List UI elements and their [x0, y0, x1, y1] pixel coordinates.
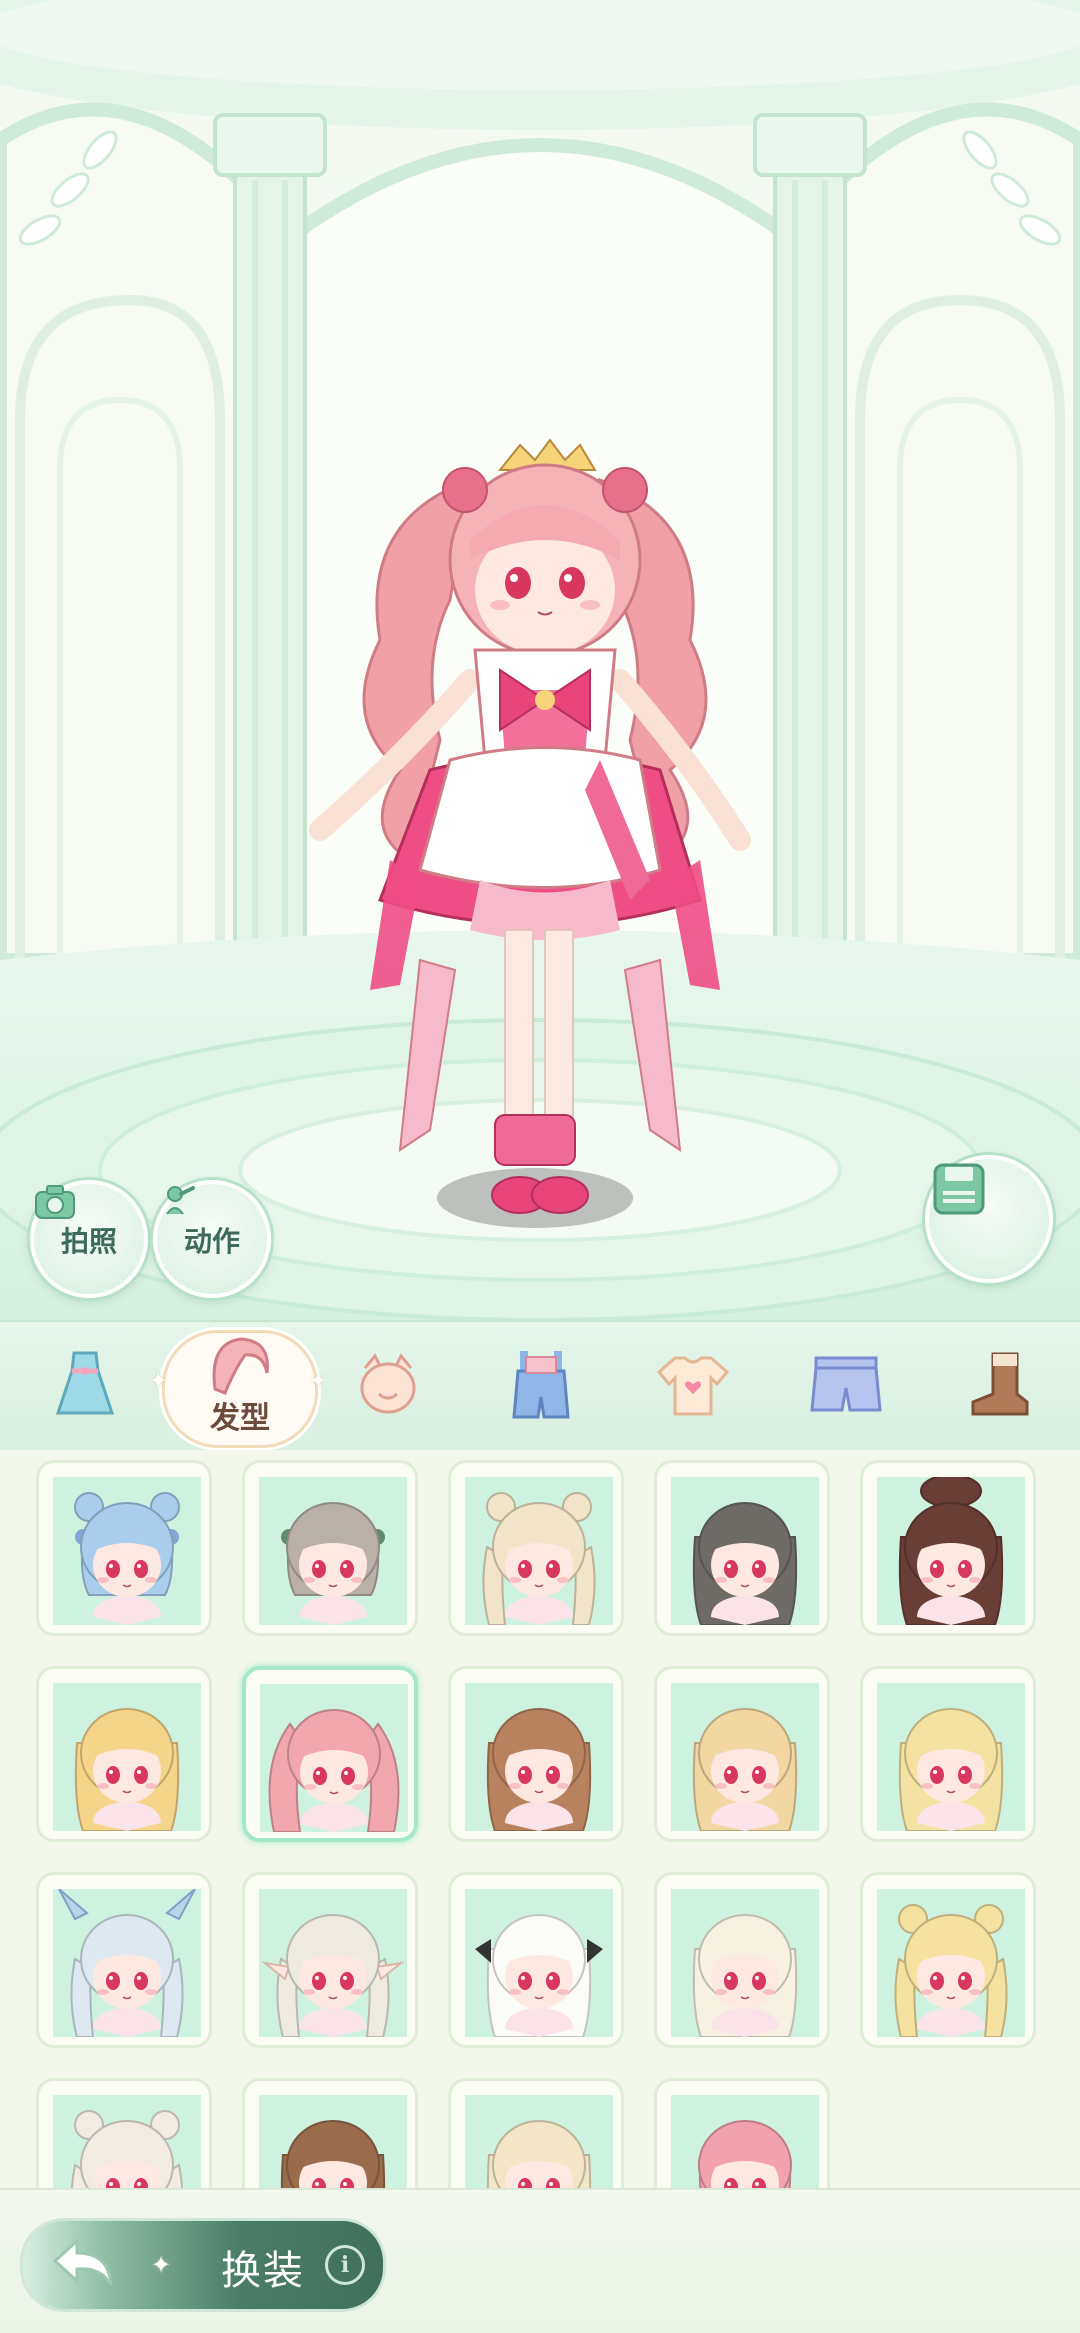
photo-label: 拍照: [60, 1225, 117, 1258]
hairstyle-preview: [53, 1477, 201, 1625]
outfit-label: 换装: [221, 2248, 305, 2294]
hairstyle-preview: [877, 1683, 1025, 1831]
dress-icon: [55, 1351, 115, 1415]
photo-button[interactable]: 拍照: [30, 1180, 148, 1298]
hairstyle-avatar: [280, 2120, 386, 2188]
sparkle-icon: ✦: [151, 2251, 172, 2279]
hairstyle-avatar: [894, 1904, 1008, 2037]
tab-shorts[interactable]: [803, 1342, 889, 1428]
hairstyle-preview: [671, 1683, 819, 1831]
hairstyle-card[interactable]: [654, 1460, 830, 1636]
hairstyle-preview: [671, 2095, 819, 2188]
tab-hairstyle[interactable]: 发型 ✦ ✦: [149, 1330, 327, 1448]
hairstyle-avatar: [692, 1708, 798, 1831]
hairstyle-avatar: [261, 1914, 405, 2037]
category-tab-bar: 发型 ✦ ✦: [0, 1320, 1080, 1452]
shorts-icon: [810, 1356, 882, 1412]
hairstyle-avatar: [692, 1914, 798, 2037]
hairstyle-preview: [465, 1889, 613, 2037]
hairstyle-avatar: [486, 2120, 592, 2188]
hairstyle-grid: [0, 1450, 1080, 2188]
bottom-bar: ✦ 换装 i: [0, 2188, 1080, 2333]
camera-icon: [35, 1185, 75, 1219]
hairstyle-preview: [53, 1683, 201, 1831]
hairstyle-card[interactable]: [860, 1872, 1036, 2048]
hairstyle-card[interactable]: [242, 1666, 418, 1842]
hairstyle-card[interactable]: [860, 1666, 1036, 1842]
hairstyle-card[interactable]: [860, 1460, 1036, 1636]
hairstyle-avatar: [898, 1477, 1004, 1625]
hairstyle-card[interactable]: [654, 2078, 830, 2188]
hairstyle-avatar: [486, 1708, 592, 1831]
save-button[interactable]: [925, 1155, 1053, 1283]
back-arrow-icon[interactable]: [51, 2235, 117, 2291]
pose-label: 动作: [183, 1225, 240, 1258]
dressing-stage: 拍照 动作: [0, 0, 1080, 1320]
hairstyle-preview: [671, 1477, 819, 1625]
pose-button[interactable]: 动作: [153, 1180, 271, 1298]
hairstyle-card[interactable]: [654, 1872, 830, 2048]
sparkle-icon: ✦: [149, 1369, 168, 1394]
hairstyle-card[interactable]: [36, 2078, 212, 2188]
tab-shoes[interactable]: [955, 1342, 1041, 1428]
hair-icon: [212, 1337, 269, 1395]
hairstyle-card[interactable]: [242, 1872, 418, 2048]
tab-hairstyle-label: 发型: [210, 1401, 270, 1436]
tab-face[interactable]: [345, 1342, 431, 1428]
hairstyle-avatar: [268, 1709, 400, 1832]
hairstyle-avatar: [74, 1492, 180, 1625]
hairstyle-preview: [260, 1684, 408, 1832]
stage-background: [0, 0, 1080, 1320]
hairstyle-card[interactable]: [448, 2078, 624, 2188]
sparkle-icon: ✦: [309, 1369, 328, 1394]
hairstyle-preview: [877, 1477, 1025, 1625]
hairstyle-card[interactable]: [36, 1460, 212, 1636]
hairstyle-card[interactable]: [242, 1460, 418, 1636]
hairstyle-avatar: [58, 1889, 196, 2037]
hairstyle-avatar: [74, 1708, 180, 1831]
hairstyle-avatar: [698, 2120, 792, 2188]
hairstyle-preview: [671, 1889, 819, 2037]
hairstyle-card[interactable]: [448, 1460, 624, 1636]
tab-dress-set[interactable]: [42, 1342, 128, 1428]
pose-figure-icon: [166, 1186, 195, 1215]
floppy-disk-icon: [933, 1163, 985, 1215]
hairstyle-card[interactable]: [36, 1872, 212, 2048]
hairstyle-preview: [259, 1477, 407, 1625]
tab-top[interactable]: [650, 1342, 736, 1428]
hairstyle-card[interactable]: [448, 1872, 624, 2048]
boot-icon: [971, 1352, 1029, 1416]
outfit-button[interactable]: ✦ 换装 i: [20, 2218, 386, 2312]
hairstyle-preview: [53, 1889, 201, 2037]
hairstyle-preview: [465, 1477, 613, 1625]
overalls-icon: [512, 1351, 570, 1419]
hairstyle-avatar: [281, 1502, 385, 1625]
hairstyle-avatar: [898, 1708, 1004, 1831]
hairstyle-avatar: [70, 2110, 184, 2188]
hairstyle-card[interactable]: [36, 1666, 212, 1842]
hairstyle-preview: [465, 1683, 613, 1831]
hairstyle-avatar: [475, 1914, 603, 2037]
hairstyle-preview: [465, 2095, 613, 2188]
hairstyle-preview: [53, 2095, 201, 2188]
hairstyle-preview: [259, 2095, 407, 2188]
hairstyle-avatar: [692, 1502, 798, 1625]
tab-overalls[interactable]: [498, 1342, 584, 1428]
hairstyle-preview: [877, 1889, 1025, 2037]
tshirt-icon: [656, 1356, 730, 1416]
hairstyle-preview: [259, 1889, 407, 2037]
hairstyle-card[interactable]: [654, 1666, 830, 1842]
hairstyle-card[interactable]: [242, 2078, 418, 2188]
face-icon: [360, 1353, 416, 1414]
info-icon[interactable]: i: [325, 2245, 365, 2285]
hairstyle-card[interactable]: [448, 1666, 624, 1842]
hairstyle-avatar: [482, 1492, 596, 1625]
